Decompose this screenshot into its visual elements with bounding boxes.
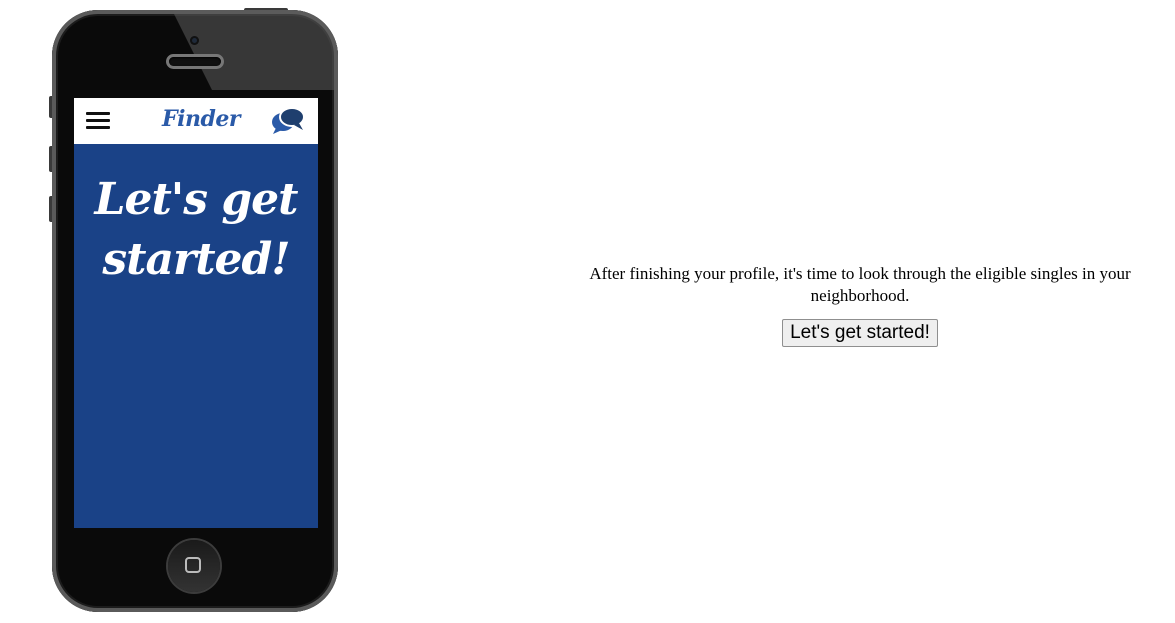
home-button[interactable]	[168, 540, 220, 592]
app-logo: Finder	[162, 106, 240, 132]
intro-section: After finishing your profile, it's time …	[584, 263, 1136, 347]
hero-line-1: Let's get	[94, 174, 299, 225]
front-camera	[190, 36, 199, 45]
hamburger-menu-icon[interactable]	[86, 111, 110, 131]
hero-heading: Let's get started!	[74, 170, 318, 290]
home-square-icon	[185, 557, 201, 573]
chat-bubbles-icon[interactable]	[270, 105, 306, 135]
earpiece-speaker	[169, 57, 221, 66]
intro-description: After finishing your profile, it's time …	[589, 264, 1131, 305]
app-header: Finder	[74, 98, 318, 144]
phone-screen: Finder Let's get started!	[74, 98, 318, 528]
hero-line-2: started!	[102, 234, 290, 285]
get-started-button[interactable]: Let's get started!	[782, 319, 938, 347]
phone-mockup: Finder Let's get started!	[52, 10, 338, 612]
